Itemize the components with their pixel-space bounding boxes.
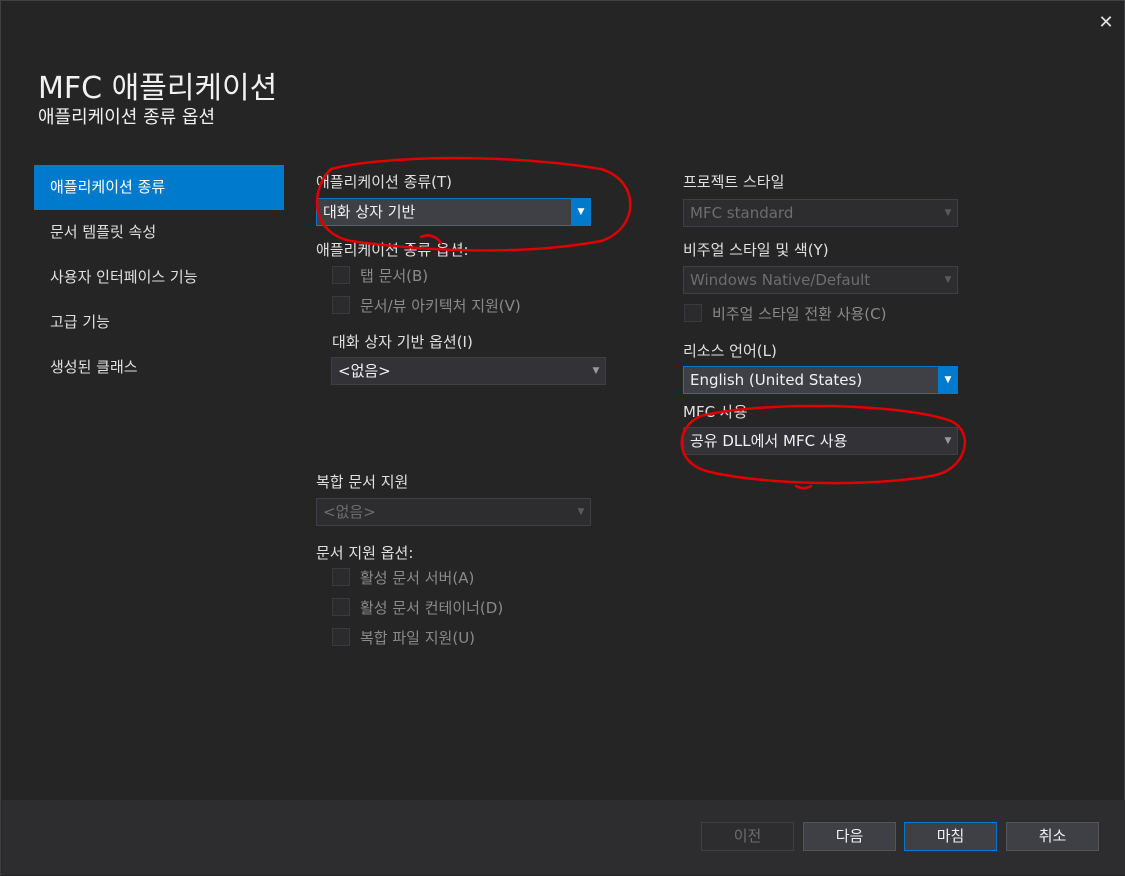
project-style-value: MFC standard bbox=[690, 204, 794, 222]
checkbox-label: 활성 문서 컨테이너(D) bbox=[360, 599, 504, 617]
checkbox-box[interactable] bbox=[332, 266, 350, 284]
resource-language-combo[interactable]: English (United States) ▼ bbox=[683, 366, 958, 394]
checkbox-box[interactable] bbox=[684, 304, 702, 322]
prev-button[interactable]: 이전 bbox=[701, 822, 794, 851]
checkbox-label: 문서/뷰 아키텍처 지원(V) bbox=[360, 297, 521, 315]
chevron-down-icon[interactable]: ▼ bbox=[572, 499, 590, 525]
checkbox-box[interactable] bbox=[332, 628, 350, 646]
checkbox-label: 활성 문서 서버(A) bbox=[360, 569, 475, 587]
chevron-down-icon[interactable]: ▼ bbox=[939, 267, 957, 293]
checkbox-label: 비주얼 스타일 전환 사용(C) bbox=[712, 305, 887, 323]
checkbox-box[interactable] bbox=[332, 296, 350, 314]
chevron-down-icon[interactable]: ▼ bbox=[938, 367, 957, 393]
compound-document-combo[interactable]: <없음> ▼ bbox=[316, 498, 591, 526]
chevron-down-icon[interactable]: ▼ bbox=[571, 199, 590, 225]
visual-style-label: 비주얼 스타일 및 색(Y) bbox=[683, 241, 829, 259]
resource-language-label: 리소스 언어(L) bbox=[683, 342, 777, 360]
nav-item-ui-features[interactable]: 사용자 인터페이스 기능 bbox=[34, 255, 284, 300]
mfc-use-label: MFC 사용 bbox=[683, 403, 748, 421]
nav-item-advanced-features[interactable]: 고급 기능 bbox=[34, 300, 284, 345]
dialog-options-label: 대화 상자 기반 옵션(I) bbox=[332, 333, 473, 351]
project-style-label: 프로젝트 스타일 bbox=[683, 173, 785, 191]
checkbox-box[interactable] bbox=[332, 598, 350, 616]
dialog-options-value: <없음> bbox=[338, 362, 391, 380]
mfc-wizard-dialog: ✕ MFC 애플리케이션 애플리케이션 종류 옵션 애플리케이션 종류 문서 템… bbox=[0, 0, 1125, 875]
app-type-combo[interactable]: 대화 상자 기반 ▼ bbox=[316, 198, 591, 226]
app-type-value: 대화 상자 기반 bbox=[323, 203, 416, 221]
mfc-use-combo[interactable]: 공유 DLL에서 MFC 사용 ▼ bbox=[683, 427, 958, 455]
nav-item-document-template[interactable]: 문서 템플릿 속성 bbox=[34, 210, 284, 255]
cancel-button[interactable]: 취소 bbox=[1006, 822, 1099, 851]
project-style-combo[interactable]: MFC standard ▼ bbox=[683, 199, 958, 227]
visual-style-value: Windows Native/Default bbox=[690, 271, 871, 289]
wizard-nav: 애플리케이션 종류 문서 템플릿 속성 사용자 인터페이스 기능 고급 기능 생… bbox=[34, 165, 284, 390]
checkbox-box[interactable] bbox=[332, 568, 350, 586]
chevron-down-icon[interactable]: ▼ bbox=[939, 428, 957, 454]
checkbox-label: 복합 파일 지원(U) bbox=[360, 629, 476, 647]
next-button[interactable]: 다음 bbox=[803, 822, 896, 851]
app-type-label: 애플리케이션 종류(T) bbox=[316, 173, 453, 191]
finish-button[interactable]: 마침 bbox=[904, 822, 997, 851]
chevron-down-icon[interactable]: ▼ bbox=[587, 358, 605, 384]
nav-item-application-type[interactable]: 애플리케이션 종류 bbox=[34, 165, 284, 210]
doc-support-options-label: 문서 지원 옵션: bbox=[316, 544, 414, 562]
resource-language-value: English (United States) bbox=[690, 371, 863, 389]
checkbox-label: 탭 문서(B) bbox=[360, 267, 429, 285]
nav-item-generated-classes[interactable]: 생성된 클래스 bbox=[34, 345, 284, 390]
compound-document-label: 복합 문서 지원 bbox=[316, 473, 409, 491]
page-title: MFC 애플리케이션 bbox=[38, 71, 278, 106]
close-icon[interactable]: ✕ bbox=[1094, 11, 1118, 35]
mfc-use-value: 공유 DLL에서 MFC 사용 bbox=[690, 432, 848, 450]
compound-document-value: <없음> bbox=[323, 503, 376, 521]
dialog-options-combo[interactable]: <없음> ▼ bbox=[331, 357, 606, 385]
chevron-down-icon[interactable]: ▼ bbox=[939, 200, 957, 226]
app-type-options-label: 애플리케이션 종류 옵션: bbox=[316, 241, 469, 259]
page-subtitle: 애플리케이션 종류 옵션 bbox=[38, 107, 216, 128]
visual-style-combo[interactable]: Windows Native/Default ▼ bbox=[683, 266, 958, 294]
